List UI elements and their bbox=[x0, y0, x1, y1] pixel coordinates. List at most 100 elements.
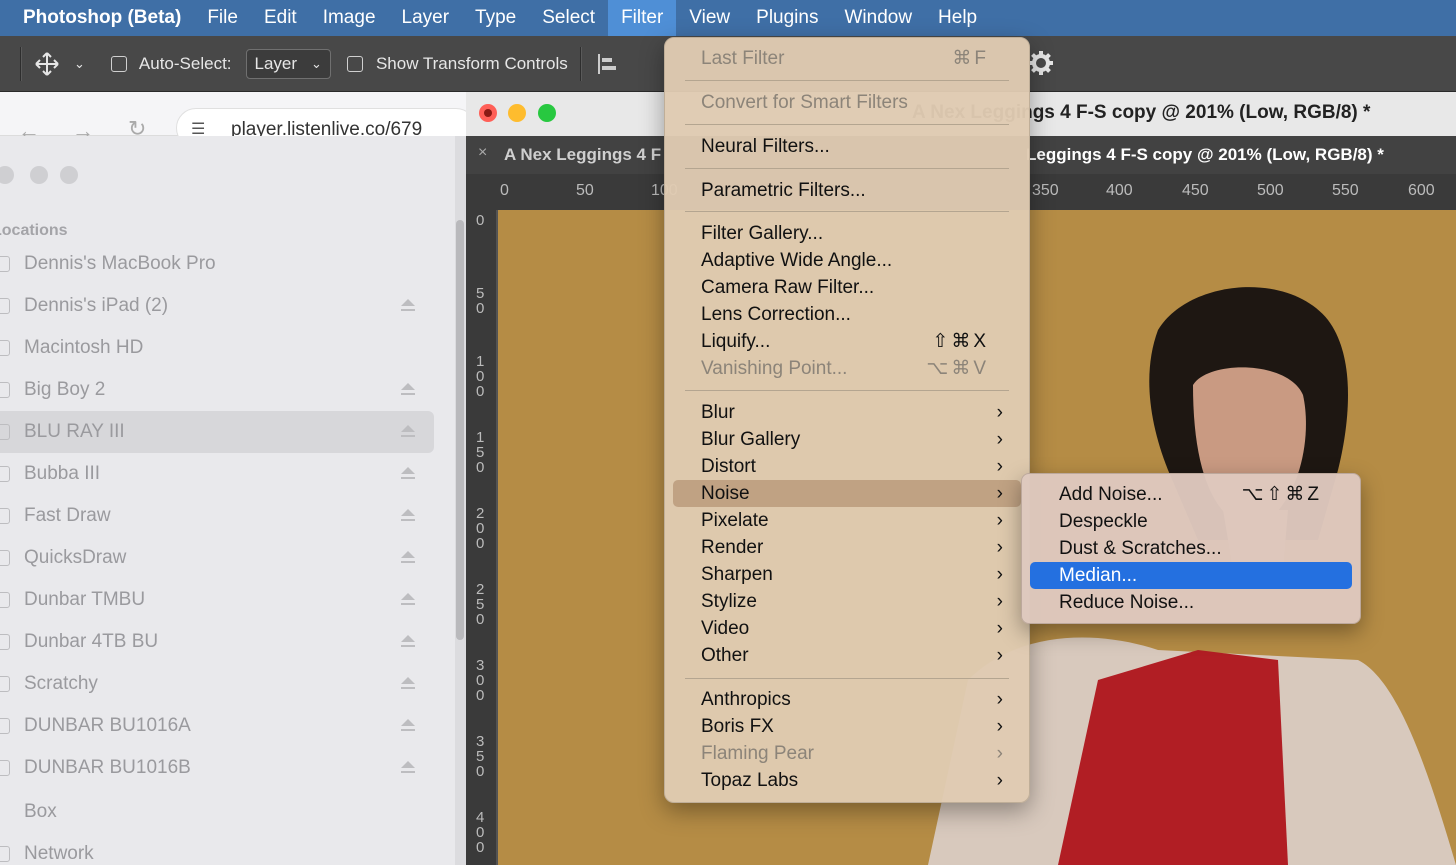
chevron-right-icon: › bbox=[996, 770, 1003, 791]
eject-icon[interactable] bbox=[400, 383, 416, 397]
sidebar-item-network[interactable]: Network bbox=[0, 833, 434, 865]
scrollbar-thumb[interactable] bbox=[456, 220, 464, 640]
eject-icon[interactable] bbox=[400, 677, 416, 691]
show-transform-checkbox[interactable] bbox=[346, 55, 363, 72]
minimize-button[interactable] bbox=[30, 166, 48, 184]
menu-item-last-filter[interactable]: Last Filter ⌘F bbox=[685, 45, 1009, 72]
menu-item-distort[interactable]: Distort › bbox=[685, 453, 1009, 480]
menu-window[interactable]: Window bbox=[831, 0, 925, 36]
sidebar-item-dunbar-tmbu[interactable]: Dunbar TMBU bbox=[0, 579, 434, 621]
sidebar-item-macintosh-hd[interactable]: Macintosh HD bbox=[0, 327, 434, 369]
menu-item-topaz-labs[interactable]: Topaz Labs › bbox=[685, 767, 1009, 794]
vertical-ruler[interactable]: 0 5 0 100 150 200 250 300 350 400 bbox=[466, 210, 496, 865]
menu-item-reduce-noise[interactable]: Reduce Noise... bbox=[1030, 589, 1352, 616]
menu-type[interactable]: Type bbox=[462, 0, 529, 36]
sidebar-item-ipad[interactable]: Dennis's iPad (2) bbox=[0, 285, 434, 327]
menu-item-blur-gallery[interactable]: Blur Gallery › bbox=[685, 426, 1009, 453]
move-tool-icon[interactable] bbox=[34, 51, 60, 77]
menu-item-adaptive-wide-angle[interactable]: Adaptive Wide Angle... bbox=[685, 247, 1009, 274]
eject-icon[interactable] bbox=[400, 299, 416, 313]
gear-icon[interactable] bbox=[1028, 50, 1054, 76]
menu-item-camera-raw-filter[interactable]: Camera Raw Filter... bbox=[685, 274, 1009, 301]
eject-icon[interactable] bbox=[400, 551, 416, 565]
menu-item-video[interactable]: Video › bbox=[685, 615, 1009, 642]
menu-image[interactable]: Image bbox=[310, 0, 389, 36]
menu-select[interactable]: Select bbox=[529, 0, 608, 36]
menu-item-render[interactable]: Render › bbox=[685, 534, 1009, 561]
chevron-down-icon[interactable]: ⌄ bbox=[74, 56, 85, 72]
auto-select-checkbox[interactable] bbox=[110, 55, 127, 72]
sidebar-item-dunbar-bu1016a[interactable]: DUNBAR BU1016A bbox=[0, 705, 434, 747]
eject-icon[interactable] bbox=[400, 467, 416, 481]
menu-item-sharpen[interactable]: Sharpen › bbox=[685, 561, 1009, 588]
menu-item-parametric-filters[interactable]: Parametric Filters... bbox=[685, 177, 1009, 204]
chevron-right-icon: › bbox=[996, 483, 1003, 504]
menu-item-convert-smart-filters[interactable]: Convert for Smart Filters bbox=[685, 89, 1009, 116]
menu-item-neural-filters[interactable]: Neural Filters... bbox=[685, 133, 1009, 160]
menu-item-label: Dust & Scratches... bbox=[1059, 538, 1222, 559]
menu-item-noise[interactable]: Noise › bbox=[673, 480, 1021, 507]
sidebar-item-dunbar-4tb-bu[interactable]: Dunbar 4TB BU bbox=[0, 621, 434, 663]
menu-item-anthropics[interactable]: Anthropics › bbox=[685, 686, 1009, 713]
menu-file[interactable]: File bbox=[194, 0, 251, 36]
minimize-button[interactable] bbox=[508, 104, 526, 122]
menu-plugins[interactable]: Plugins bbox=[743, 0, 831, 36]
menu-item-flaming-pear[interactable]: Flaming Pear › bbox=[685, 740, 1009, 767]
sidebar-item-label: Scratchy bbox=[24, 673, 98, 694]
menu-edit[interactable]: Edit bbox=[251, 0, 310, 36]
ruler-tick: 50 bbox=[576, 182, 594, 199]
menu-item-lens-correction[interactable]: Lens Correction... bbox=[685, 301, 1009, 328]
zoom-button[interactable] bbox=[538, 104, 556, 122]
menu-item-vanishing-point[interactable]: Vanishing Point... ⌥⌘V bbox=[685, 355, 1009, 382]
chevron-right-icon: › bbox=[996, 645, 1003, 666]
chevron-right-icon: › bbox=[996, 456, 1003, 477]
eject-icon[interactable] bbox=[400, 635, 416, 649]
sidebar-item-fast-draw[interactable]: Fast Draw bbox=[0, 495, 434, 537]
eject-icon[interactable] bbox=[400, 761, 416, 775]
auto-select-dropdown[interactable]: Layer ⌄ bbox=[245, 48, 331, 79]
menu-item-boris-fx[interactable]: Boris FX › bbox=[685, 713, 1009, 740]
close-button[interactable] bbox=[0, 166, 14, 184]
eject-icon[interactable] bbox=[400, 509, 416, 523]
menu-view[interactable]: View bbox=[676, 0, 743, 36]
menu-item-pixelate[interactable]: Pixelate › bbox=[685, 507, 1009, 534]
menu-item-add-noise[interactable]: Add Noise... ⌥⇧⌘Z bbox=[1030, 481, 1352, 508]
eject-icon[interactable] bbox=[400, 593, 416, 607]
tab-document-left[interactable]: A Nex Leggings 4 F bbox=[504, 145, 661, 165]
menu-item-liquify[interactable]: Liquify... ⇧⌘X bbox=[685, 328, 1009, 355]
menu-layer[interactable]: Layer bbox=[389, 0, 463, 36]
tab-close-icon[interactable]: × bbox=[478, 144, 487, 162]
menu-item-label: Flaming Pear bbox=[701, 743, 814, 764]
sidebar-item-scratchy[interactable]: Scratchy bbox=[0, 663, 434, 705]
chevron-right-icon: › bbox=[996, 537, 1003, 558]
sidebar-item-box[interactable]: Box bbox=[0, 791, 434, 833]
zoom-button[interactable] bbox=[60, 166, 78, 184]
menu-item-blur[interactable]: Blur › bbox=[685, 399, 1009, 426]
menu-item-stylize[interactable]: Stylize › bbox=[685, 588, 1009, 615]
menu-help[interactable]: Help bbox=[925, 0, 990, 36]
chevron-right-icon: › bbox=[996, 716, 1003, 737]
scrollbar[interactable] bbox=[455, 136, 466, 865]
eject-icon[interactable] bbox=[400, 719, 416, 733]
sidebar-item-dunbar-bu1016b[interactable]: DUNBAR BU1016B bbox=[0, 747, 434, 789]
tab-document-active[interactable]: Leggings 4 F-S copy @ 201% (Low, RGB/8) … bbox=[1026, 145, 1384, 165]
menu-item-other[interactable]: Other › bbox=[685, 642, 1009, 669]
menu-filter[interactable]: Filter bbox=[608, 0, 677, 36]
sidebar-item-blu-ray-iii[interactable]: BLU RAY III bbox=[0, 411, 434, 453]
sidebar-item-big-boy-2[interactable]: Big Boy 2 bbox=[0, 369, 434, 411]
menu-item-dust-scratches[interactable]: Dust & Scratches... bbox=[1030, 535, 1352, 562]
network-icon bbox=[0, 846, 10, 862]
sidebar-item-quicksdraw[interactable]: QuicksDraw bbox=[0, 537, 434, 579]
chevron-right-icon: › bbox=[996, 743, 1003, 764]
menu-item-median[interactable]: Median... bbox=[1030, 562, 1352, 589]
menu-item-filter-gallery[interactable]: Filter Gallery... bbox=[685, 220, 1009, 247]
close-button[interactable] bbox=[479, 104, 497, 122]
box-icon bbox=[0, 804, 10, 820]
sidebar-item-bubba-iii[interactable]: Bubba III bbox=[0, 453, 434, 495]
menu-item-despeckle[interactable]: Despeckle bbox=[1030, 508, 1352, 535]
app-menu[interactable]: Photoshop (Beta) bbox=[10, 0, 194, 36]
align-left-icon[interactable] bbox=[596, 53, 618, 75]
eject-icon[interactable] bbox=[400, 425, 416, 439]
time-machine-icon bbox=[0, 592, 10, 608]
sidebar-item-macbook-pro[interactable]: Dennis's MacBook Pro bbox=[0, 243, 434, 285]
